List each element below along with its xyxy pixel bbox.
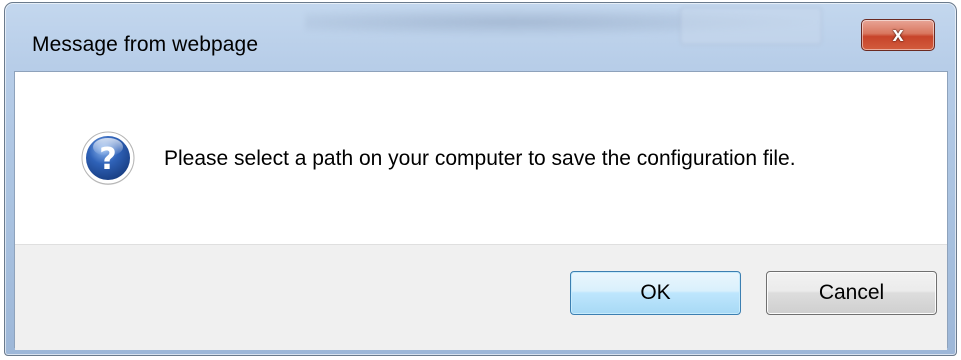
close-icon: x: [892, 23, 904, 46]
background-blur-button: [680, 7, 822, 45]
dialog-window: Message from webpage x ? Please select a…: [4, 2, 957, 356]
close-button[interactable]: x: [861, 19, 935, 51]
svg-text:?: ?: [99, 142, 116, 177]
cancel-button[interactable]: Cancel: [766, 271, 937, 315]
message-area: ? Please select a path on your computer …: [15, 72, 947, 244]
button-bar: OK Cancel: [15, 244, 947, 350]
ok-button[interactable]: OK: [570, 271, 741, 315]
question-icon: ?: [78, 128, 138, 188]
dialog-message: Please select a path on your computer to…: [164, 147, 796, 170]
dialog-title: Message from webpage: [32, 33, 259, 56]
dialog-body: ? Please select a path on your computer …: [14, 71, 948, 350]
